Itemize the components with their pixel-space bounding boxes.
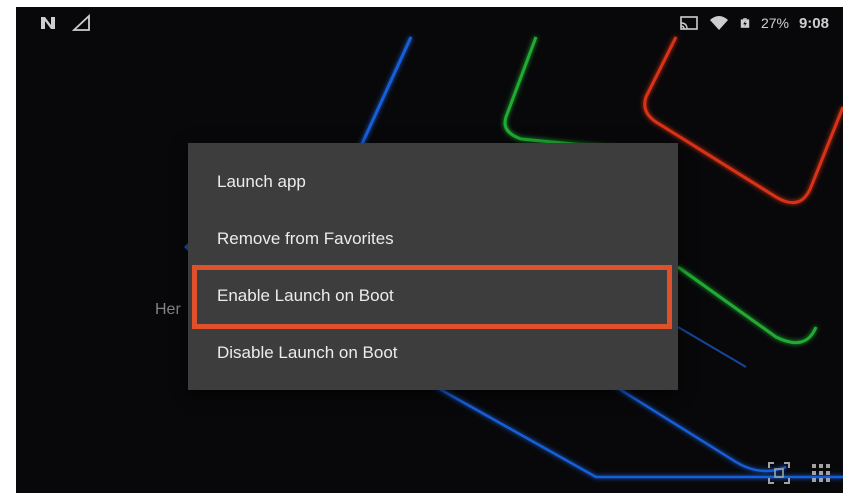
menu-item-launch-app[interactable]: Launch app — [188, 153, 678, 210]
menu-item-label: Launch app — [217, 171, 306, 191]
menu-item-remove-from-favorites[interactable]: Remove from Favorites — [188, 210, 678, 267]
menu-item-disable-launch-on-boot[interactable]: Disable Launch on Boot — [188, 324, 678, 381]
device-screen: 27% 9:08 Her Launch app Remove from Favo… — [16, 7, 843, 493]
menu-item-label: Disable Launch on Boot — [217, 342, 398, 362]
highlight-annotation-box — [192, 265, 672, 329]
menu-item-label: Remove from Favorites — [217, 228, 394, 248]
